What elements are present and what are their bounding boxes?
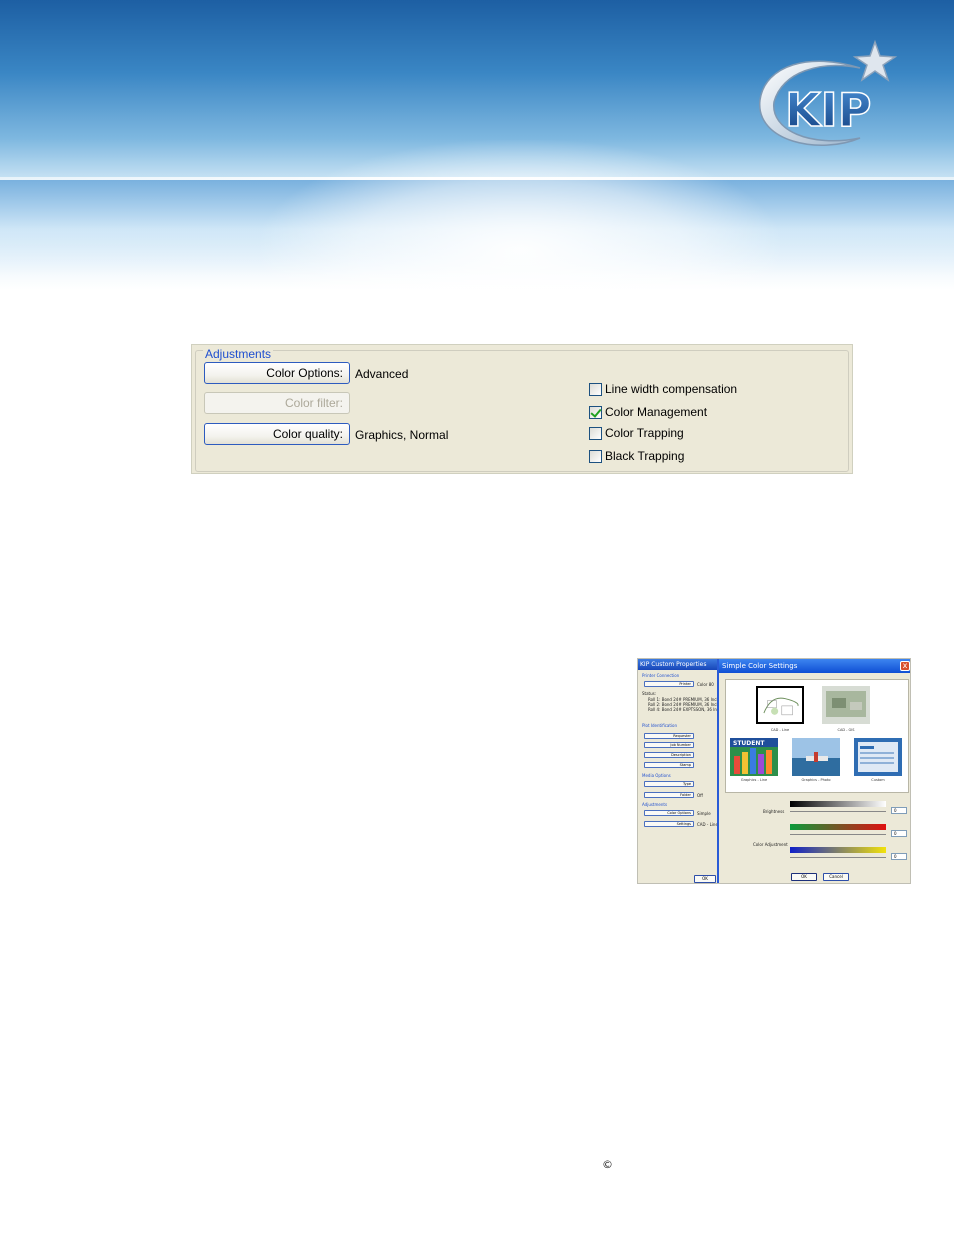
kip-custom-properties-window: KIP Custom Properties Printer Connection…: [638, 659, 726, 883]
type-button[interactable]: Type: [644, 781, 694, 787]
kcp-color-options-value: Simple: [697, 811, 711, 816]
color-trapping-checkbox[interactable]: Color Trapping: [589, 426, 684, 440]
blue-yellow-gradient: [790, 847, 886, 853]
color-options-value: Advanced: [355, 367, 409, 381]
thumb-caption: CAD - GIS: [837, 728, 855, 732]
media-options-label: Media Options: [642, 773, 671, 778]
adjustments-panel: Adjustments Color Options: Advanced Colo…: [191, 344, 853, 474]
printer-value: Color 80: [697, 682, 714, 687]
color-quality-button[interactable]: Color quality:: [204, 423, 350, 445]
thumb-caption: Custom: [871, 778, 885, 782]
line-width-compensation-checkbox[interactable]: Line width compensation: [589, 382, 737, 396]
printer-button[interactable]: Printer: [644, 681, 694, 687]
brightness-input[interactable]: 0: [891, 807, 907, 814]
black-trapping-checkbox[interactable]: Black Trapping: [589, 449, 684, 463]
scs-title: Simple Color Settings: [719, 659, 910, 673]
graphics-line-thumbnail[interactable]: STUDENT: [730, 738, 778, 776]
close-icon[interactable]: x: [900, 661, 910, 671]
preset-panel: CAD - Line CAD - GIS STUDENT Graphics - …: [725, 679, 909, 793]
thumb-caption: Graphics - Photo: [801, 778, 831, 782]
status-label: Status:: [642, 691, 657, 696]
blue-yellow-input[interactable]: 0: [891, 853, 907, 860]
stamp-button[interactable]: Stamp: [644, 762, 694, 768]
color-options-button[interactable]: Color Options:: [204, 362, 350, 384]
kcp-color-options-button[interactable]: Color Options: [644, 810, 694, 816]
brightness-slider[interactable]: [790, 811, 886, 812]
adjustments-label: Adjustments: [642, 802, 668, 807]
plot-identification-label: Plot Identification: [642, 723, 678, 728]
color-adjustment-label: Color Adjustment: [753, 842, 788, 847]
color-quality-value: Graphics, Normal: [355, 428, 449, 442]
green-red-gradient: [790, 824, 886, 830]
kcp-ok-button[interactable]: OK: [694, 875, 716, 883]
banner-glow: [260, 140, 780, 290]
banner-divider-line: [0, 177, 954, 180]
checkbox-box[interactable]: [589, 426, 602, 440]
adjustments-legend: Adjustments: [203, 347, 274, 361]
settings-button[interactable]: Settings: [644, 821, 694, 827]
checkbox-box[interactable]: [589, 382, 602, 396]
requester-button[interactable]: Requester: [644, 733, 694, 739]
graphics-photo-thumbnail[interactable]: [792, 738, 840, 776]
thumb-student-text: STUDENT: [733, 740, 765, 747]
green-red-input[interactable]: 0: [891, 830, 907, 837]
brightness-label: Brightness: [763, 809, 785, 814]
cad-line-thumbnail[interactable]: [756, 686, 804, 724]
star-icon: [852, 39, 898, 82]
checkbox-label: Line width compensation: [605, 382, 738, 396]
printer-connection-label: Printer Connection: [642, 673, 680, 678]
job-number-button[interactable]: Job Number: [644, 742, 694, 748]
dialog-screenshot: KIP Custom Properties Printer Connection…: [637, 658, 911, 884]
simple-color-settings-window: Simple Color Settings x CAD - Line CAD -…: [717, 659, 910, 883]
description-button[interactable]: Description: [644, 752, 694, 758]
checkbox-label: Color Trapping: [605, 426, 684, 440]
brightness-gradient: [790, 801, 886, 807]
thumb-caption: Graphics - Line: [740, 778, 768, 782]
kip-logo: KIP: [759, 39, 898, 146]
cad-gis-thumbnail[interactable]: [822, 686, 870, 724]
checkbox-label: Black Trapping: [605, 449, 685, 463]
scs-ok-button[interactable]: OK: [791, 873, 817, 881]
header-banner: KIP: [0, 0, 954, 290]
settings-value: CAD - Line: [697, 822, 718, 827]
green-red-slider[interactable]: [790, 834, 886, 835]
folder-value: Off: [697, 793, 703, 798]
color-management-checkbox[interactable]: Color Management: [589, 405, 707, 419]
color-filter-button[interactable]: Color filter:: [204, 392, 350, 414]
checkbox-box[interactable]: [589, 449, 602, 463]
blue-yellow-slider[interactable]: [790, 857, 886, 858]
logo-text: KIP: [785, 83, 871, 137]
copyright-symbol: ©: [602, 1158, 613, 1171]
status-line: Roll 4: Bond 24# EXPTSSON, 36 Inches: [648, 707, 727, 712]
kcp-title: KIP Custom Properties: [638, 659, 718, 670]
custom-thumbnail[interactable]: [854, 738, 902, 776]
folder-button[interactable]: Folder: [644, 792, 694, 798]
checkbox-box-checked[interactable]: [589, 405, 602, 419]
thumb-caption: CAD - Line: [770, 728, 790, 732]
checkbox-label: Color Management: [605, 405, 708, 419]
scs-cancel-button[interactable]: Cancel: [823, 873, 849, 881]
